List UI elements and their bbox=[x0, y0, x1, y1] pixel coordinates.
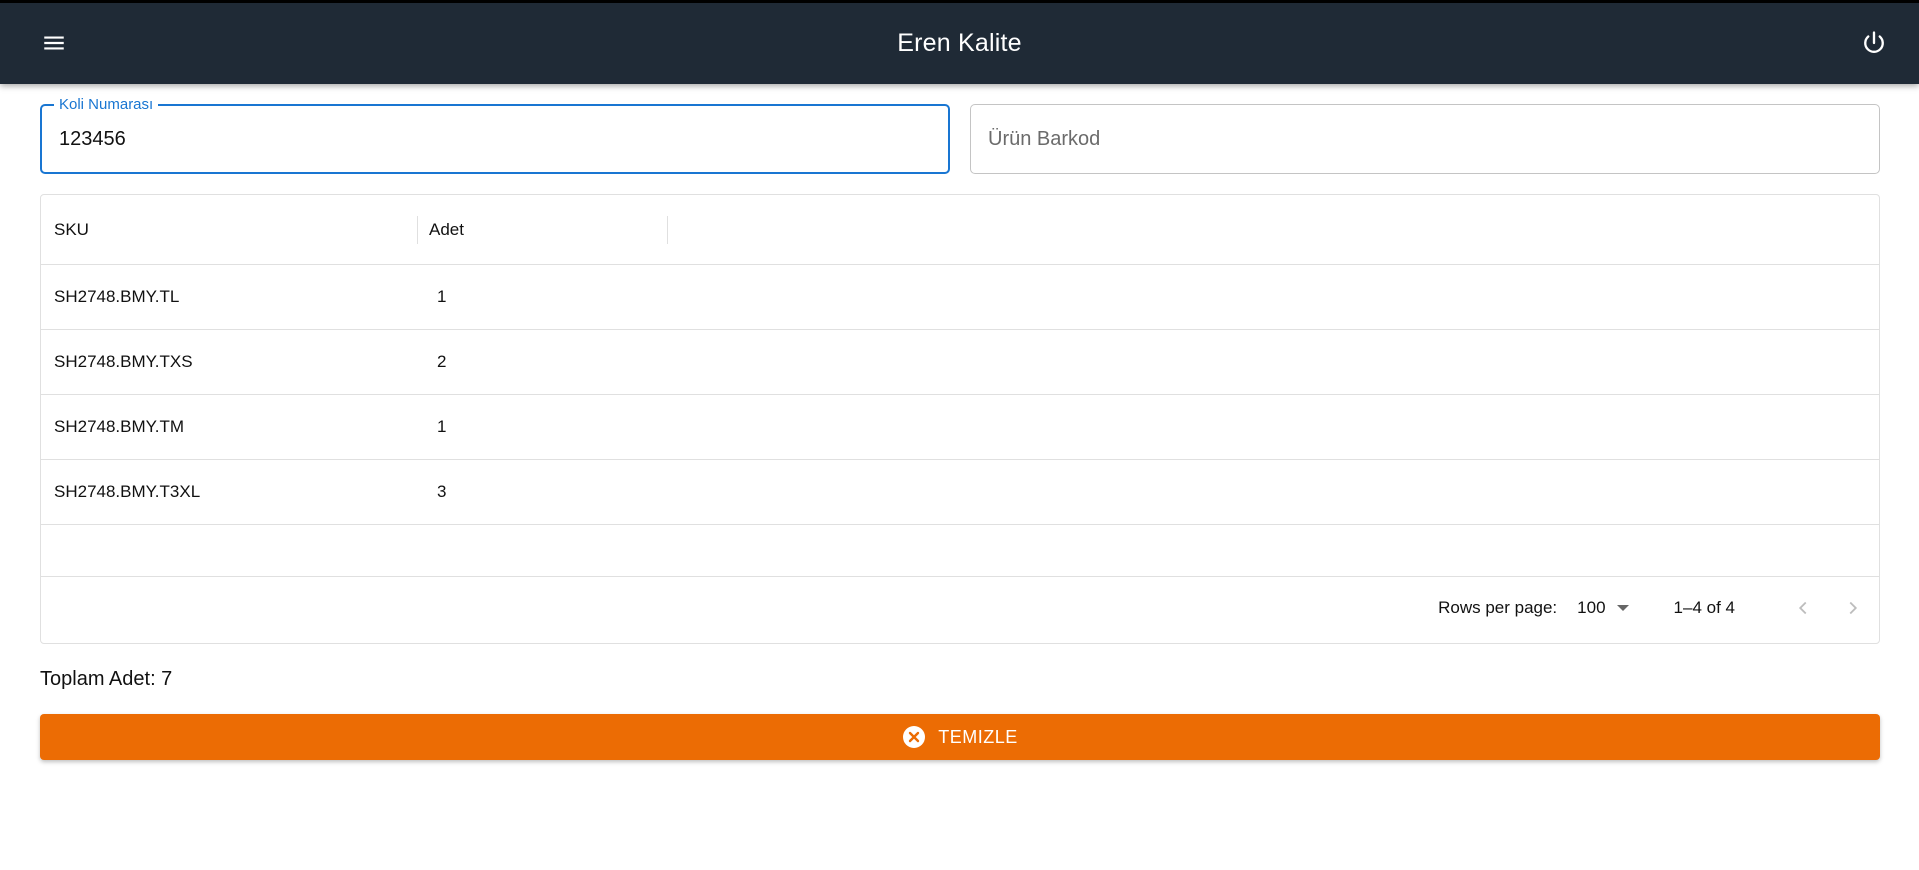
total-quantity: Toplam Adet: 7 bbox=[40, 668, 173, 690]
caret-down-icon bbox=[1616, 605, 1629, 611]
sku-cell: SH2748.BMY.TXS bbox=[54, 352, 193, 371]
cancel-circle-icon bbox=[903, 726, 926, 748]
menu-button[interactable] bbox=[32, 21, 76, 65]
koli-number-input[interactable] bbox=[59, 127, 931, 151]
koli-number-field: Koli Numarası bbox=[40, 96, 950, 174]
table-empty-area bbox=[41, 525, 1879, 577]
sku-cell: SH2748.BMY.TL bbox=[54, 287, 180, 306]
sku-cell: SH2748.BMY.T3XL bbox=[54, 482, 201, 501]
column-header-adet[interactable]: Adet bbox=[417, 220, 667, 240]
sku-table: SKU Adet SH2748.BMY.TL 1 SH2748.BMY.TXS … bbox=[40, 194, 1880, 644]
product-barcode-field bbox=[970, 104, 1880, 174]
adet-cell: 3 bbox=[437, 482, 447, 501]
clear-button-label: TEMIZLE bbox=[938, 726, 1018, 747]
table-row[interactable]: SH2748.BMY.T3XL 3 bbox=[41, 460, 1879, 525]
app-title: Eren Kalite bbox=[897, 29, 1022, 57]
koli-number-label: Koli Numarası bbox=[54, 96, 159, 114]
table-header: SKU Adet bbox=[41, 195, 1879, 265]
column-separator[interactable] bbox=[417, 216, 418, 244]
adet-cell: 1 bbox=[437, 417, 447, 436]
adet-cell: 2 bbox=[437, 352, 447, 371]
table-row[interactable]: SH2748.BMY.TM 1 bbox=[41, 395, 1879, 460]
chevron-right-icon bbox=[1849, 601, 1858, 615]
rows-per-page-label: Rows per page: bbox=[1438, 598, 1558, 617]
rows-per-page-select[interactable]: 100 bbox=[1577, 598, 1629, 618]
sku-cell: SH2748.BMY.TM bbox=[54, 417, 185, 436]
power-icon bbox=[1864, 31, 1884, 53]
menu-icon bbox=[44, 36, 64, 50]
app-bar: Eren Kalite bbox=[0, 0, 1919, 84]
table-row[interactable]: SH2748.BMY.TXS 2 bbox=[41, 330, 1879, 395]
pagination-range: 1–4 of 4 bbox=[1673, 598, 1735, 617]
logout-button[interactable] bbox=[1852, 21, 1896, 65]
table-pagination: Rows per page: 100 1–4 of 4 bbox=[41, 577, 1879, 639]
column-separator[interactable] bbox=[667, 216, 668, 244]
table-row[interactable]: SH2748.BMY.TL 1 bbox=[41, 265, 1879, 330]
adet-cell: 1 bbox=[437, 287, 447, 306]
next-page-button[interactable] bbox=[1833, 588, 1873, 628]
chevron-left-icon bbox=[1798, 601, 1807, 615]
previous-page-button[interactable] bbox=[1783, 588, 1823, 628]
column-header-sku[interactable]: SKU bbox=[41, 220, 417, 240]
rows-per-page-value: 100 bbox=[1577, 598, 1606, 617]
clear-button[interactable]: TEMIZLE bbox=[40, 714, 1880, 760]
product-barcode-input[interactable] bbox=[988, 127, 1862, 151]
